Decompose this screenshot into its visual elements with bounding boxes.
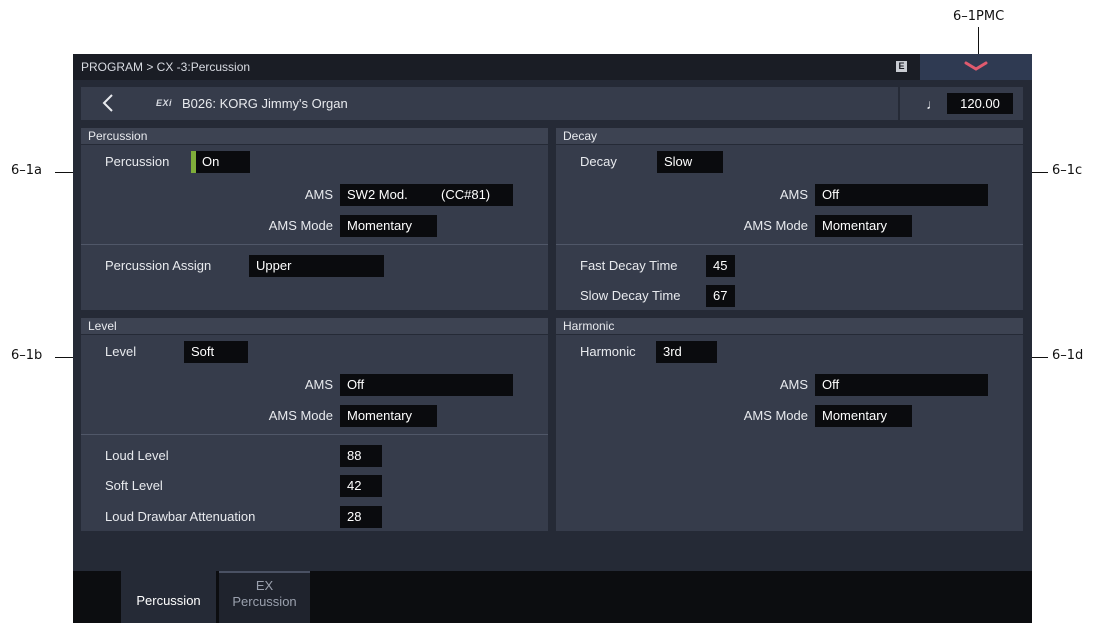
percussion-assign-label: Percussion Assign xyxy=(105,258,212,273)
decay-panel: Decay Slow AMS Off AMS Mode Momentary Fa… xyxy=(556,145,1023,310)
tempo-field[interactable]: 120.00 xyxy=(947,93,1013,114)
decay-ams-mode-label: AMS Mode xyxy=(743,218,808,233)
tab-ex-line2: Percussion xyxy=(232,594,297,609)
harmonic-section-header: Harmonic xyxy=(556,318,1023,334)
exi-badge: EXi xyxy=(156,98,173,108)
percussion-label: Percussion xyxy=(105,154,170,169)
percussion-divider xyxy=(81,244,548,245)
quarter-note-icon: ♩ xyxy=(926,96,940,112)
slow-decay-time-label: Slow Decay Time xyxy=(580,288,681,303)
percussion-ams-mode-field[interactable]: Momentary xyxy=(340,215,437,237)
decay-section-header: Decay xyxy=(556,128,1023,144)
chevron-left-icon xyxy=(102,94,113,112)
harmonic-ams-mode-field[interactable]: Momentary xyxy=(815,405,912,427)
level-label: Level xyxy=(105,344,137,359)
percussion-ams-field[interactable]: SW2 Mod. (CC#81) xyxy=(340,184,513,206)
harmonic-ams-mode-label: AMS Mode xyxy=(743,408,808,423)
level-divider xyxy=(81,434,548,435)
callout-d: 6–1d xyxy=(1052,348,1084,363)
decay-ams-field[interactable]: Off xyxy=(815,184,988,206)
loud-level-label: Loud Level xyxy=(105,448,169,463)
loud-drawbar-attenuation-label: Loud Drawbar Attenuation xyxy=(105,509,256,524)
back-button[interactable] xyxy=(99,92,119,114)
tab-ex-line1: EX xyxy=(255,578,274,593)
device-screen: PROGRAM > CX -3:Percussion E EXi B026: K… xyxy=(73,54,1032,623)
tab-bar: Percussion EX Percussion xyxy=(73,571,1032,623)
chevron-down-icon xyxy=(964,61,988,71)
breadcrumb: PROGRAM > CX -3:Percussion xyxy=(81,60,251,74)
fast-decay-time-label: Fast Decay Time xyxy=(580,258,678,273)
percussion-section-header: Percussion xyxy=(81,128,548,144)
decay-label: Decay xyxy=(580,154,617,169)
percussion-panel: Percussion On AMS SW2 Mod. (CC#81) AMS M… xyxy=(81,145,548,310)
callout-a: 6–1a xyxy=(11,163,43,178)
decay-field[interactable]: Slow xyxy=(657,151,723,173)
callout-pmc-line xyxy=(978,27,979,57)
level-ams-mode-label: AMS Mode xyxy=(268,408,333,423)
decay-ams-label: AMS xyxy=(779,187,808,202)
percussion-assign-field[interactable]: Upper xyxy=(249,255,384,277)
level-section-header: Level xyxy=(81,318,548,334)
edit-badge-icon: E xyxy=(896,61,907,72)
tab-percussion[interactable]: Percussion xyxy=(121,571,216,623)
loud-level-field[interactable]: 88 xyxy=(340,445,382,467)
percussion-ams-label: AMS xyxy=(304,187,333,202)
harmonic-label: Harmonic xyxy=(580,344,636,359)
harmonic-field[interactable]: 3rd xyxy=(656,341,717,363)
decay-ams-mode-field[interactable]: Momentary xyxy=(815,215,912,237)
harmonic-panel: Harmonic 3rd AMS Off AMS Mode Momentary xyxy=(556,335,1023,531)
soft-level-label: Soft Level xyxy=(105,478,163,493)
percussion-ams-mode-label: AMS Mode xyxy=(268,218,333,233)
callout-pmc: 6–1PMC xyxy=(953,9,1005,24)
harmonic-ams-field[interactable]: Off xyxy=(815,374,988,396)
callout-c: 6–1c xyxy=(1052,163,1083,178)
tab-ex-percussion[interactable]: EX Percussion xyxy=(219,571,310,623)
program-name[interactable]: B026: KORG Jimmy's Organ xyxy=(182,96,348,111)
on-indicator xyxy=(191,151,196,173)
percussion-on-field[interactable]: On xyxy=(191,151,250,173)
tempo-separator xyxy=(898,87,900,120)
fast-decay-time-field[interactable]: 45 xyxy=(706,255,735,277)
level-ams-label: AMS xyxy=(304,377,333,392)
title-bar: PROGRAM > CX -3:Percussion E xyxy=(73,54,1032,80)
level-ams-mode-field[interactable]: Momentary xyxy=(340,405,437,427)
loud-drawbar-attenuation-field[interactable]: 28 xyxy=(340,506,382,528)
page-menu-button[interactable] xyxy=(920,54,1032,80)
harmonic-ams-label: AMS xyxy=(779,377,808,392)
level-field[interactable]: Soft xyxy=(184,341,248,363)
program-bar: EXi B026: KORG Jimmy's Organ ♩ 120.00 xyxy=(81,87,1023,120)
soft-level-field[interactable]: 42 xyxy=(340,475,382,497)
tab-percussion-label: Percussion xyxy=(136,593,201,608)
level-panel: Level Soft AMS Off AMS Mode Momentary Lo… xyxy=(81,335,548,531)
callout-b: 6–1b xyxy=(11,348,43,363)
slow-decay-time-field[interactable]: 67 xyxy=(706,285,735,307)
level-ams-field[interactable]: Off xyxy=(340,374,513,396)
decay-divider xyxy=(556,244,1023,245)
